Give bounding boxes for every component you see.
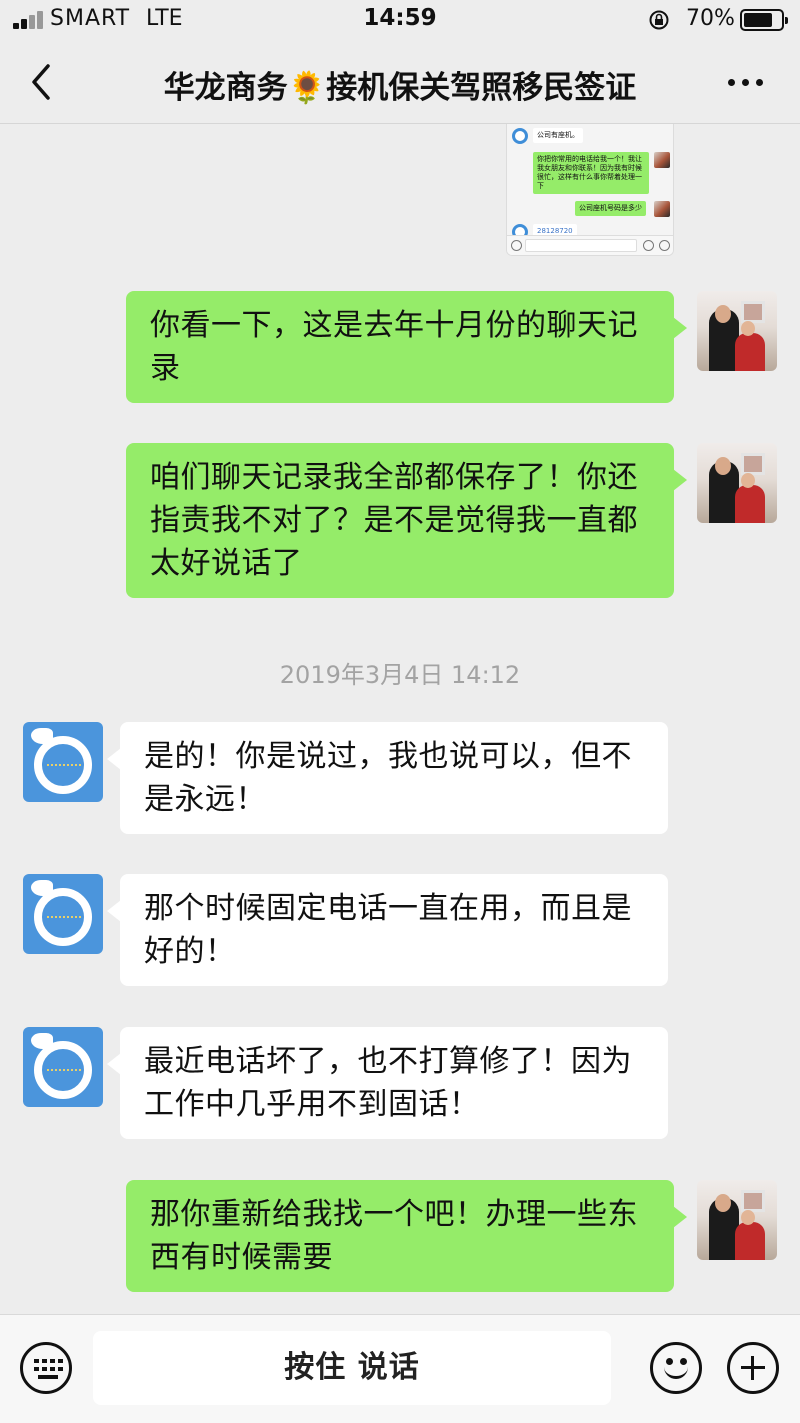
rotation-lock-icon xyxy=(649,10,669,30)
thumb-message: 你把你常用的电话给我一个！我让我女朋友和你联系！因为我有时候很忙，这样有什么事你… xyxy=(533,152,649,194)
plus-icon[interactable] xyxy=(727,1342,779,1394)
hold-to-talk-button[interactable]: 按住 说话 xyxy=(93,1331,611,1405)
keyboard-icon[interactable] xyxy=(20,1342,72,1394)
input-bar: 按住 说话 xyxy=(0,1314,800,1423)
message-bubble-outgoing[interactable]: 你看一下，这是去年十月份的聊天记录 xyxy=(126,291,687,403)
thumb-avatar xyxy=(654,201,670,217)
contact-avatar[interactable] xyxy=(23,1027,103,1107)
status-bar: SMART LTE 14:59 70% xyxy=(0,0,800,40)
chat-header: 华龙商务🌻接机保关驾照移民签证 xyxy=(0,40,800,124)
chat-title: 华龙商务🌻接机保关驾照移民签证 xyxy=(163,70,637,106)
thumb-avatar xyxy=(654,152,670,168)
message-bubble-incoming[interactable]: 那个时候固定电话一直在用，而且是好的！ xyxy=(107,874,668,986)
message-bubble-outgoing[interactable]: 那你重新给我找一个吧！办理一些东西有时候需要 xyxy=(126,1180,687,1292)
thumb-avatar xyxy=(512,128,528,144)
status-time: 14:59 xyxy=(363,5,437,31)
chat-timestamp: 2019年3月4日 14:12 xyxy=(279,661,521,689)
message-bubble-outgoing[interactable]: 咱们聊天记录我全部都保存了！你还指责我不对了？是不是觉得我一直都太好说话了 xyxy=(126,443,687,598)
thumb-input-bar xyxy=(507,235,673,255)
battery-icon xyxy=(740,9,788,31)
my-avatar[interactable] xyxy=(697,1180,777,1260)
message-bubble-incoming[interactable]: 最近电话坏了，也不打算修了！因为工作中几乎用不到固话！ xyxy=(107,1027,668,1139)
battery-percent: 70% xyxy=(686,6,735,31)
thumb-message: 公司有座机。 xyxy=(533,128,583,143)
more-options-icon[interactable] xyxy=(718,60,774,104)
message-bubble-incoming[interactable]: 是的！你是说过，我也说可以，但不是永远！ xyxy=(107,722,668,834)
emoji-icon[interactable] xyxy=(650,1342,702,1394)
back-icon[interactable] xyxy=(18,58,66,106)
thumb-message: 公司座机号码是多少 xyxy=(575,201,646,216)
shared-screenshot-image[interactable]: 公司有座机。 你把你常用的电话给我一个！我让我女朋友和你联系！因为我有时候很忙，… xyxy=(506,124,674,256)
contact-avatar[interactable] xyxy=(23,874,103,954)
contact-avatar[interactable] xyxy=(23,722,103,802)
my-avatar[interactable] xyxy=(697,291,777,371)
my-avatar[interactable] xyxy=(697,443,777,523)
